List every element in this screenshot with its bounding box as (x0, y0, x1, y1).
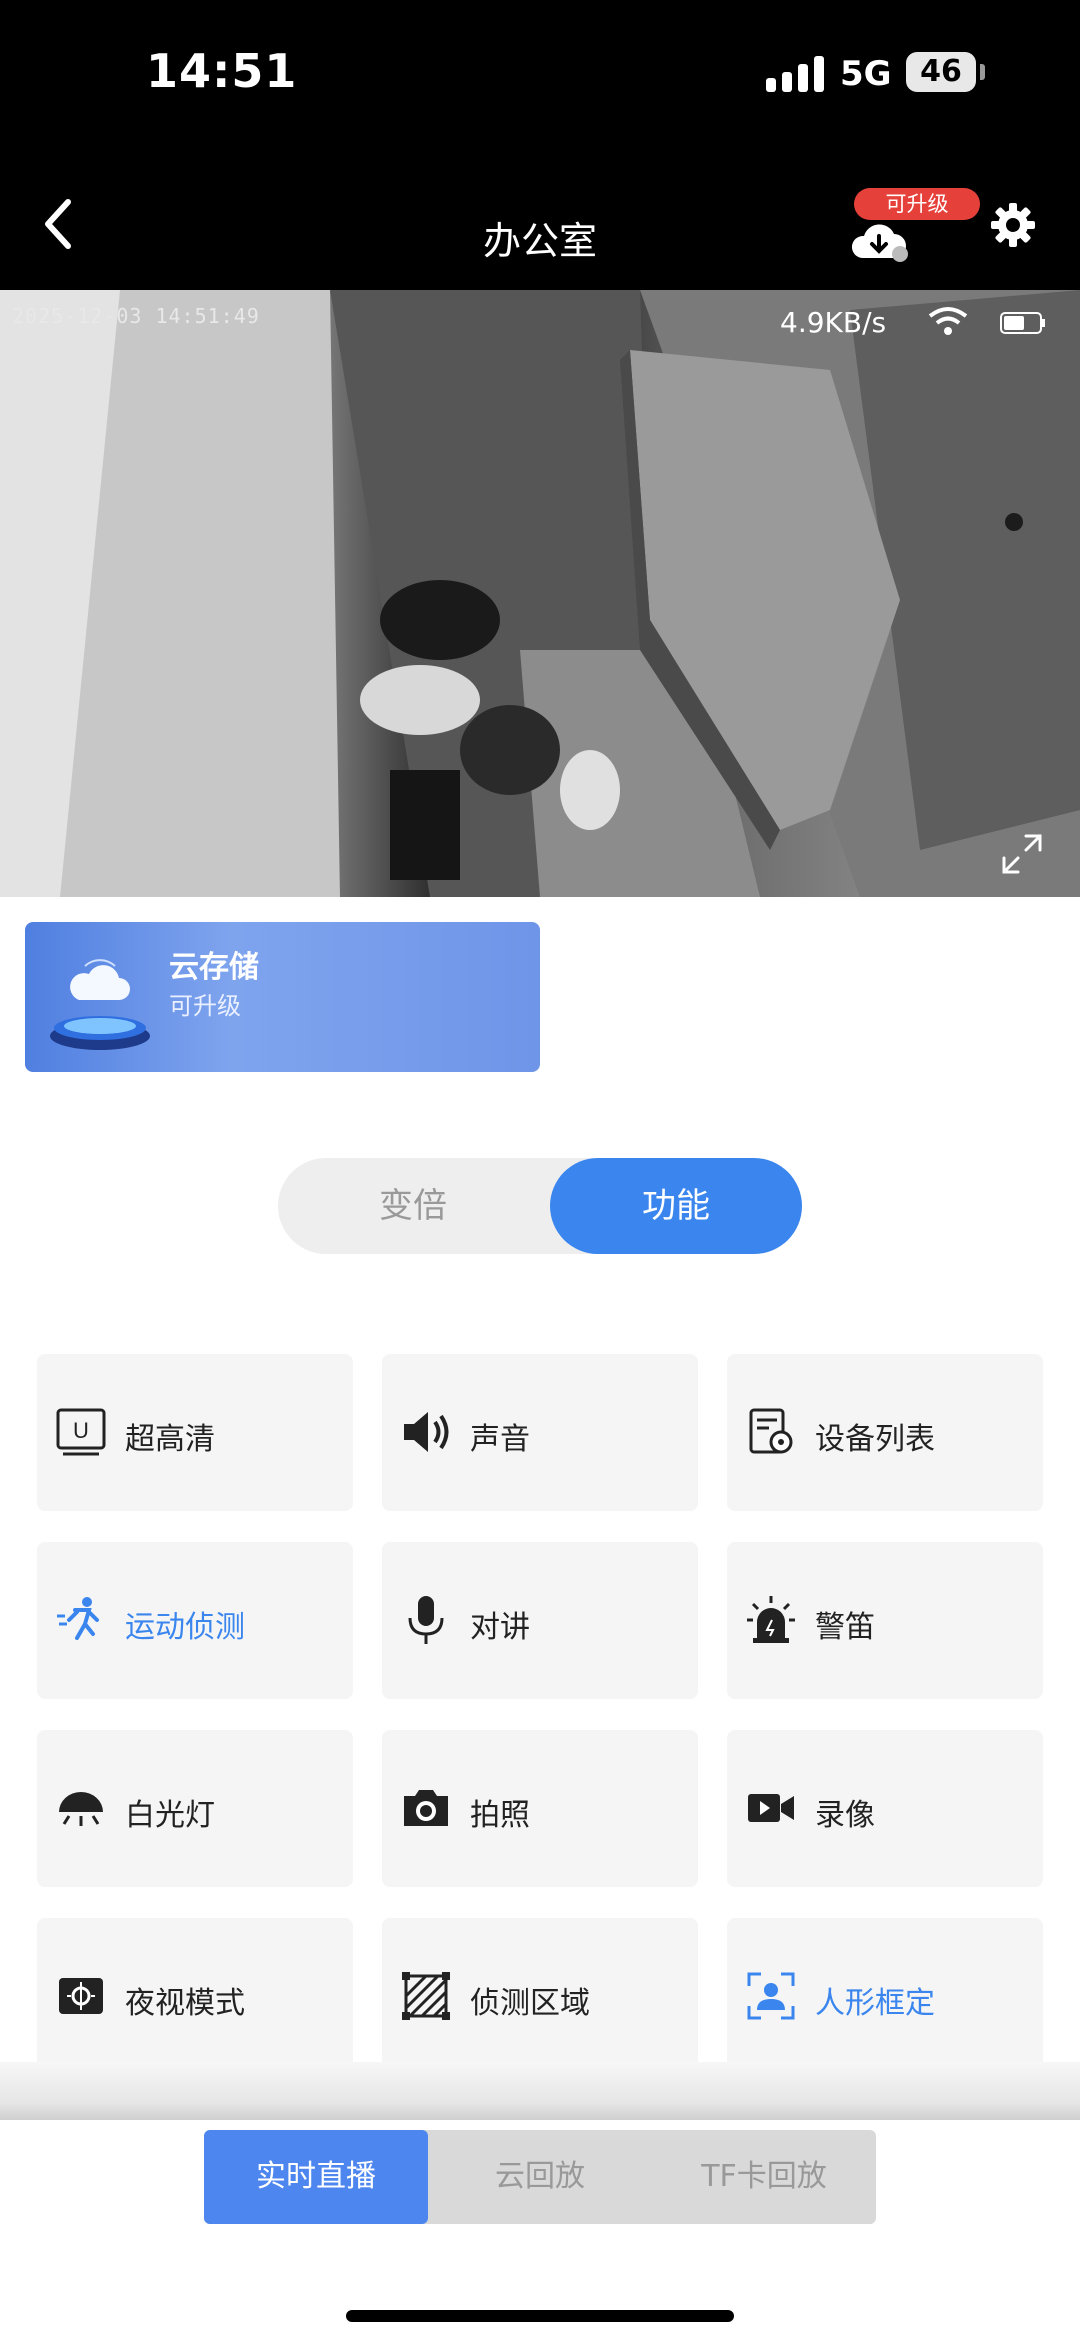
feature-night-vision[interactable]: 夜视模式 (37, 1918, 353, 2075)
feature-human-frame[interactable]: 人形框定 (727, 1918, 1043, 2075)
feature-sound[interactable]: 声音 (382, 1354, 698, 1511)
feature-label: 对讲 (470, 1610, 530, 1645)
status-time: 14:51 (146, 44, 298, 98)
detection-area-icon (402, 1972, 450, 2020)
feature-label: 人形框定 (815, 1986, 935, 2021)
video-record-icon (748, 1794, 794, 1822)
network-type: 5G (840, 54, 892, 94)
cloud-storage-icon (50, 959, 150, 1050)
cellular-signal-icon (766, 56, 824, 92)
playback-tabs: 实时直播 云回放 TF卡回放 (204, 2130, 876, 2224)
camera-battery-icon (1000, 312, 1045, 334)
feature-label: 超高清 (125, 1422, 215, 1457)
feature-label: 警笛 (815, 1610, 875, 1645)
microphone-icon (408, 1596, 444, 1644)
bitrate-readout: 4.9KB/s (780, 306, 887, 339)
feature-label: 录像 (815, 1798, 875, 1833)
human-frame-icon (747, 1972, 795, 2020)
night-vision-icon (59, 1978, 103, 2014)
lamp-icon (59, 1792, 103, 1826)
device-list-icon (749, 1408, 793, 1454)
feature-detection-area[interactable]: 侦测区域 (382, 1918, 698, 2075)
feature-label: 夜视模式 (125, 1986, 245, 2021)
fullscreen-icon[interactable] (998, 830, 1046, 878)
cloud-storage-card[interactable]: 云存储 可升级 (25, 922, 540, 1072)
cloud-download-icon (851, 224, 908, 262)
svg-text:U: U (73, 1418, 89, 1443)
feature-photo[interactable]: 拍照 (382, 1730, 698, 1887)
feature-label: 拍照 (470, 1798, 530, 1833)
wifi-icon (928, 307, 968, 335)
status-bar: 14:51 5G 46 (0, 0, 1080, 150)
feature-label: 运动侦测 (125, 1610, 245, 1645)
feature-device-list[interactable]: 设备列表 (727, 1354, 1043, 1511)
cloud-storage-title: 云存储 (169, 950, 259, 985)
feature-intercom[interactable]: 对讲 (382, 1542, 698, 1699)
feature-label: 声音 (470, 1422, 530, 1457)
tab-cloud-playback[interactable]: 云回放 (428, 2130, 652, 2224)
running-person-icon (57, 1597, 99, 1640)
settings-button[interactable] (990, 202, 1036, 248)
home-indicator[interactable] (346, 2310, 734, 2322)
live-video[interactable]: 2025-12-03 14:51:49 4.9KB/s (0, 290, 1080, 897)
tab-zoom[interactable]: 变倍 (278, 1158, 548, 1254)
feature-label: 设备列表 (815, 1422, 935, 1457)
camera-icon (404, 1790, 448, 1826)
tab-live[interactable]: 实时直播 (204, 2130, 428, 2224)
tab-tf-playback[interactable]: TF卡回放 (652, 2130, 876, 2224)
cloud-storage-subtitle: 可升级 (169, 992, 241, 1020)
bottom-shadow (0, 2062, 1080, 2120)
siren-icon (747, 1596, 795, 1643)
battery-icon: 46 (906, 52, 976, 92)
cloud-download-button[interactable] (848, 214, 912, 264)
bottom-bar: 实时直播 云回放 TF卡回放 (0, 2120, 1080, 2341)
feature-uhd[interactable]: U 超高清 (37, 1354, 353, 1511)
feature-siren[interactable]: 警笛 (727, 1542, 1043, 1699)
battery-tip (980, 64, 985, 80)
app-header: 办公室 可升级 (0, 150, 1080, 290)
feature-white-light[interactable]: 白光灯 (37, 1730, 353, 1887)
speaker-icon (404, 1412, 449, 1452)
feature-label: 白光灯 (125, 1798, 215, 1833)
uhd-icon: U (56, 1408, 106, 1456)
camera-feed-image (0, 290, 1080, 897)
mode-toggle: 变倍 功能 (278, 1158, 802, 1254)
feature-record[interactable]: 录像 (727, 1730, 1043, 1887)
feature-motion-detection[interactable]: 运动侦测 (37, 1542, 353, 1699)
video-timestamp: 2025-12-03 14:51:49 (12, 304, 260, 328)
tab-function[interactable]: 功能 (550, 1158, 802, 1254)
gear-icon (991, 203, 1035, 247)
feature-label: 侦测区域 (470, 1986, 590, 2021)
